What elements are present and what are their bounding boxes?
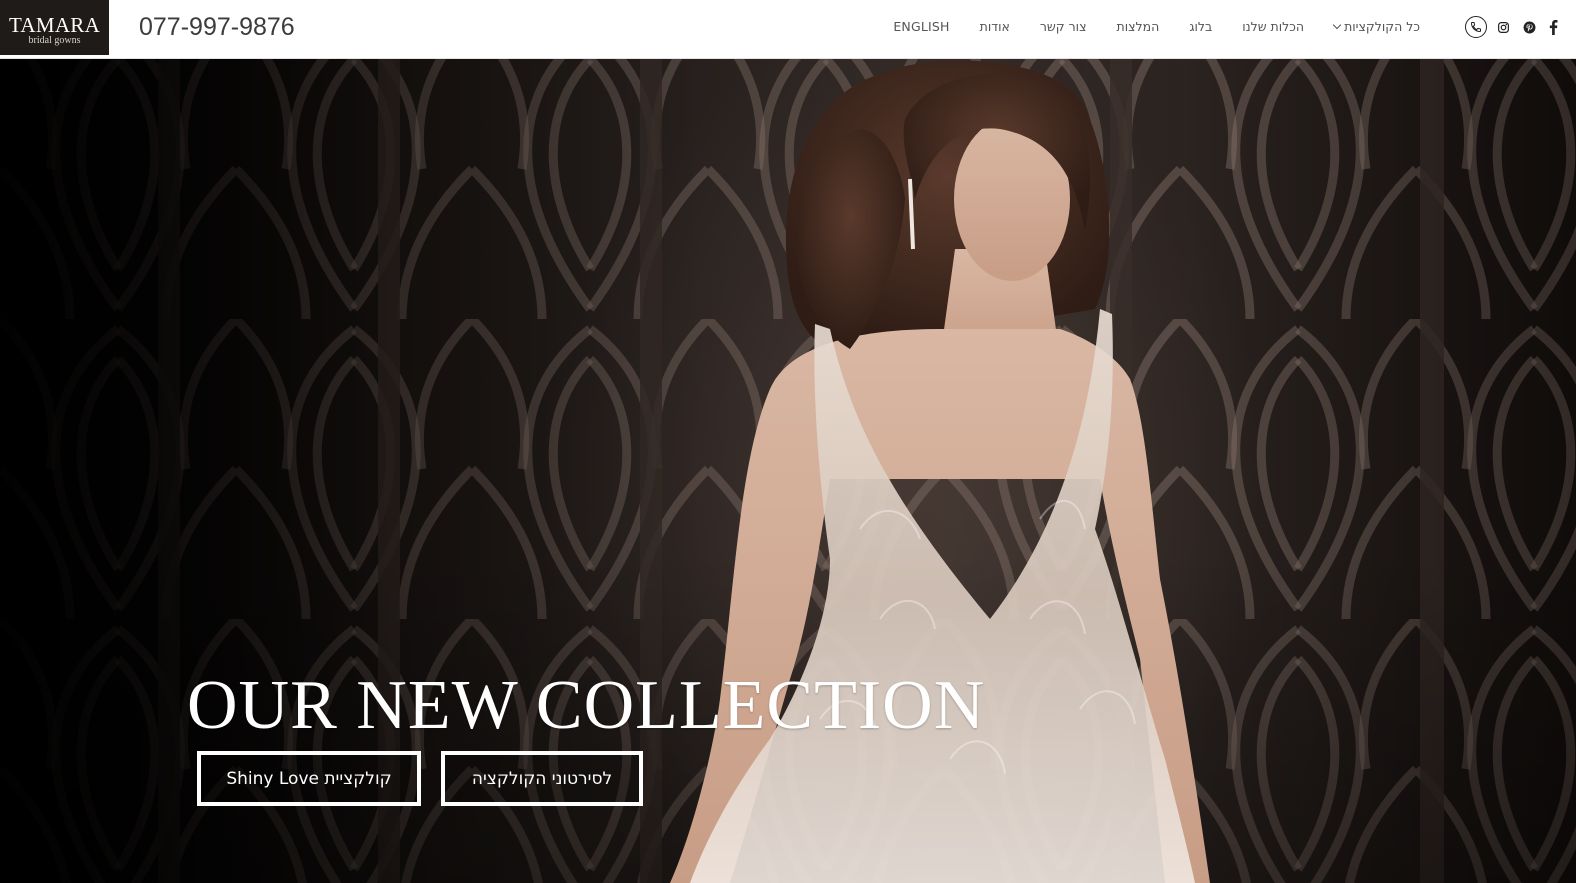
nav-item-label: ENGLISH: [893, 18, 950, 34]
nav-item-our-brides[interactable]: הכלות שלנו: [1242, 19, 1304, 34]
main-nav: כל הקולקציות הכלות שלנו בלוג המלצות צור …: [880, 0, 1420, 52]
nav-item-label: המלצות: [1116, 18, 1160, 34]
nav-item-label: הכלות שלנו: [1242, 18, 1305, 34]
social-links: [1465, 14, 1559, 40]
nav-item-contact[interactable]: צור קשר: [1040, 19, 1087, 34]
header-phone-number[interactable]: 077-997-9876: [139, 12, 295, 42]
nav-item-label: בלוג: [1189, 18, 1213, 34]
phone-icon[interactable]: [1465, 16, 1487, 38]
nav-item-blog[interactable]: בלוג: [1189, 19, 1212, 34]
collection-videos-button[interactable]: לסירטוני הקולקציה: [441, 751, 643, 806]
nav-item-testimonials[interactable]: המלצות: [1117, 19, 1160, 34]
shiny-love-collection-button[interactable]: קולקציית Shiny Love: [197, 751, 421, 806]
logo-tagline: bridal gowns: [28, 35, 81, 46]
nav-item-label: כל הקולקציות: [1344, 18, 1420, 34]
logo-name: TAMARA: [8, 13, 101, 37]
instagram-icon[interactable]: [1495, 19, 1511, 35]
hero-banner: OUR NEW COLLECTION קולקציית Shiny Love ל…: [0, 59, 1576, 883]
chevron-down-icon: [1332, 20, 1342, 29]
nav-item-all-collections[interactable]: כל הקולקציות: [1332, 18, 1420, 34]
nav-item-about[interactable]: אודות: [980, 19, 1010, 34]
nav-item-label: אודות: [979, 18, 1010, 34]
pinterest-icon[interactable]: [1521, 19, 1537, 35]
facebook-icon[interactable]: [1547, 19, 1559, 35]
logo[interactable]: TAMARA bridal gowns: [0, 0, 109, 55]
nav-item-label: צור קשר: [1039, 18, 1087, 34]
nav-item-english[interactable]: ENGLISH: [893, 19, 949, 34]
hero-title: OUR NEW COLLECTION: [187, 667, 986, 744]
site-header: TAMARA bridal gowns 077-997-9876 כל הקול…: [0, 0, 1576, 59]
